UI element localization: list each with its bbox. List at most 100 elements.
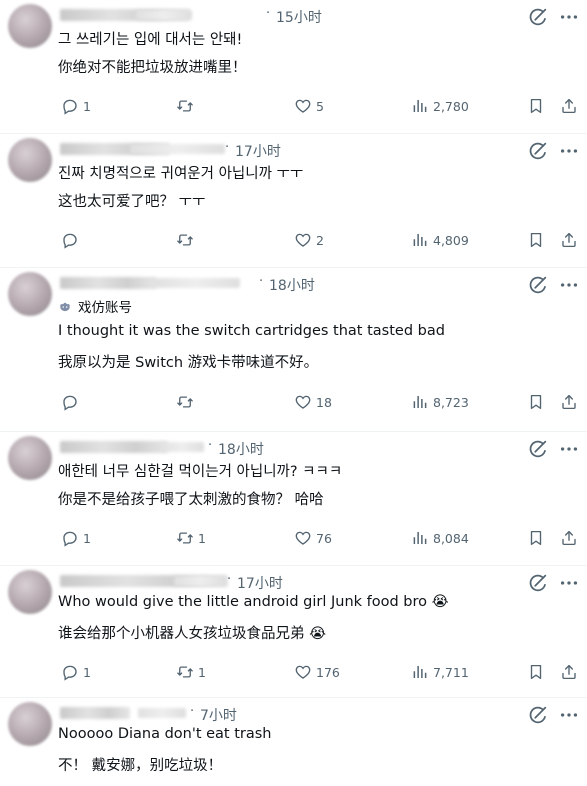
reply-text-translation: 你是不是给孩子喂了太刺激的食物？ 哈哈 bbox=[58, 492, 324, 508]
views-count: 8,723 bbox=[433, 394, 469, 410]
views-button[interactable]: 8,084 bbox=[411, 528, 469, 548]
reply-button[interactable]: 1 bbox=[61, 96, 91, 116]
avatar[interactable] bbox=[8, 570, 52, 614]
repost-button[interactable]: 1 bbox=[176, 528, 206, 548]
user-handle[interactable] bbox=[130, 144, 225, 154]
replies-count: 1 bbox=[83, 98, 91, 114]
grok-icon[interactable] bbox=[527, 438, 549, 460]
reply-button[interactable] bbox=[61, 392, 83, 412]
reply-text-original: Who would give the little android girl J… bbox=[58, 594, 449, 610]
separator-dot: · bbox=[227, 572, 232, 587]
reply-item[interactable]: · 18小时 戏仿账号 I thought it was the switch car… bbox=[0, 268, 587, 432]
reply-button[interactable]: 1 bbox=[61, 528, 91, 548]
display-name[interactable] bbox=[60, 277, 156, 289]
timestamp[interactable]: 18小时 bbox=[269, 275, 315, 295]
bookmark-button[interactable] bbox=[527, 230, 545, 250]
more-icon[interactable] bbox=[558, 438, 580, 460]
reply-icon bbox=[61, 97, 79, 115]
views-button[interactable]: 2,780 bbox=[411, 96, 469, 116]
avatar[interactable] bbox=[8, 138, 52, 182]
grok-icon[interactable] bbox=[527, 572, 549, 594]
repost-button[interactable] bbox=[176, 96, 198, 116]
user-handle[interactable] bbox=[138, 708, 186, 718]
share-button[interactable] bbox=[560, 392, 578, 412]
user-handle[interactable] bbox=[160, 442, 204, 452]
timestamp[interactable]: 15小时 bbox=[276, 7, 322, 27]
avatar[interactable] bbox=[8, 272, 52, 316]
more-icon[interactable] bbox=[558, 704, 580, 726]
heart-icon bbox=[294, 393, 312, 411]
reply-icon bbox=[61, 393, 79, 411]
repost-icon bbox=[176, 231, 194, 249]
reply-text-translation: 这也太可爱了吧？ ㅜㅜ bbox=[58, 194, 206, 210]
avatar[interactable] bbox=[8, 4, 52, 48]
reply-item[interactable]: · 17小时 Who would give the little android g… bbox=[0, 566, 587, 700]
views-icon bbox=[411, 663, 429, 681]
like-button[interactable]: 18 bbox=[294, 392, 332, 412]
like-button[interactable]: 76 bbox=[294, 528, 332, 548]
bookmark-button[interactable] bbox=[527, 528, 545, 548]
likes-count: 18 bbox=[316, 394, 332, 410]
reply-icon bbox=[61, 529, 79, 547]
display-name[interactable] bbox=[60, 707, 130, 719]
likes-count: 2 bbox=[316, 232, 324, 248]
share-button[interactable] bbox=[560, 662, 578, 682]
grok-icon[interactable] bbox=[527, 704, 549, 726]
share-button[interactable] bbox=[560, 528, 578, 548]
user-handle[interactable] bbox=[152, 278, 240, 288]
reply-item[interactable]: · 7小时 Nooooo Diana don't eat trash 不！ 戴安娜，别… bbox=[0, 698, 587, 786]
repost-button[interactable]: 1 bbox=[176, 662, 206, 682]
more-icon[interactable] bbox=[558, 6, 580, 28]
grok-icon[interactable] bbox=[527, 140, 549, 162]
bookmark-icon bbox=[527, 231, 545, 249]
views-button[interactable]: 4,809 bbox=[411, 230, 469, 250]
share-button[interactable] bbox=[560, 96, 578, 116]
timestamp[interactable]: 17小时 bbox=[237, 573, 283, 593]
reply-text-translation: 我原以为是 Switch 游戏卡带味道不好。 bbox=[58, 355, 319, 371]
timestamp[interactable]: 18小时 bbox=[218, 439, 264, 459]
more-icon[interactable] bbox=[558, 274, 580, 296]
bookmark-button[interactable] bbox=[527, 662, 545, 682]
views-count: 2,780 bbox=[433, 98, 469, 114]
views-button[interactable]: 7,711 bbox=[411, 662, 469, 682]
grok-icon[interactable] bbox=[527, 274, 549, 296]
share-icon bbox=[560, 393, 578, 411]
user-handle[interactable] bbox=[174, 576, 226, 586]
reply-text-original: I thought it was the switch cartridges t… bbox=[58, 323, 445, 339]
repost-icon bbox=[176, 393, 194, 411]
user-handle[interactable] bbox=[136, 10, 192, 20]
avatar[interactable] bbox=[8, 702, 52, 746]
separator-dot: · bbox=[225, 140, 230, 155]
bookmark-icon bbox=[527, 529, 545, 547]
more-icon[interactable] bbox=[558, 572, 580, 594]
share-button[interactable] bbox=[560, 230, 578, 250]
like-button[interactable]: 5 bbox=[294, 96, 324, 116]
heart-icon bbox=[294, 529, 312, 547]
reply-text-original: 그 쓰레기는 입에 대서는 안돼! bbox=[58, 32, 243, 48]
timestamp[interactable]: 17小时 bbox=[235, 141, 281, 161]
views-count: 8,084 bbox=[433, 530, 469, 546]
share-icon bbox=[560, 231, 578, 249]
reply-item[interactable]: · 15小时 그 쓰레기는 입에 대서는 안돼! 你绝对不能把垃圾放进嘴里！ 1 5 2,7… bbox=[0, 0, 587, 134]
views-count: 7,711 bbox=[433, 664, 469, 680]
like-button[interactable]: 176 bbox=[294, 662, 340, 682]
grok-icon[interactable] bbox=[527, 6, 549, 28]
reply-item[interactable]: · 17小时 진짜 치명적으로 귀여운거 아닙니까 ㅜㅜ 这也太可爱了吧？ ㅜㅜ 2 4,… bbox=[0, 134, 587, 268]
more-icon[interactable] bbox=[558, 140, 580, 162]
display-name[interactable] bbox=[60, 441, 168, 453]
bookmark-button[interactable] bbox=[527, 96, 545, 116]
views-icon bbox=[411, 529, 429, 547]
repost-button[interactable] bbox=[176, 230, 198, 250]
reply-text-translation: 你绝对不能把垃圾放进嘴里！ bbox=[58, 60, 247, 76]
reply-item[interactable]: · 18小时 애한테 너무 심한걸 먹이는거 아닙니까? ㅋㅋㅋ 你是不是给孩子喂了太… bbox=[0, 432, 587, 566]
reply-button[interactable] bbox=[61, 230, 83, 250]
avatar[interactable] bbox=[8, 436, 52, 480]
like-button[interactable]: 2 bbox=[294, 230, 324, 250]
repost-button[interactable] bbox=[176, 392, 198, 412]
timestamp[interactable]: 7小时 bbox=[200, 705, 237, 725]
views-button[interactable]: 8,723 bbox=[411, 392, 469, 412]
heart-icon bbox=[294, 97, 312, 115]
reply-button[interactable]: 1 bbox=[61, 662, 91, 682]
replies-count: 1 bbox=[83, 530, 91, 546]
bookmark-button[interactable] bbox=[527, 392, 545, 412]
